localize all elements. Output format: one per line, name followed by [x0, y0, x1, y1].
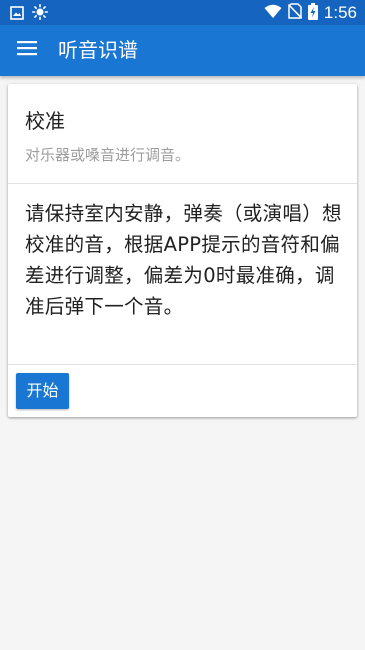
menu-button[interactable]: [10, 33, 44, 67]
status-time: 1:56: [323, 3, 357, 22]
status-right-icons: 1:56: [264, 2, 357, 24]
start-button[interactable]: 开始: [16, 373, 69, 409]
card-divider-bottom: [8, 364, 357, 365]
status-bar: 1:56: [0, 0, 365, 25]
card-instructions: 请保持室内安静，弹奏（或演唱）想校准的音，根据APP提示的音符和偏差进行调整，偏…: [25, 202, 342, 318]
no-sim-icon: [287, 3, 302, 23]
hamburger-menu-icon: [17, 40, 37, 60]
wifi-icon: [264, 4, 282, 23]
calibration-card: 校准 对乐器或嗓音进行调音。 请保持室内安静，弹奏（或演唱）想校准的音，根据AP…: [8, 84, 357, 417]
card-subtitle: 对乐器或嗓音进行调音。: [25, 146, 191, 164]
brightness-icon: [32, 4, 48, 24]
image-notification-icon: [10, 5, 24, 24]
app-title: 听音识谱: [58, 38, 138, 62]
app-bar: 听音识谱: [0, 25, 365, 76]
battery-charging-icon: [307, 2, 318, 24]
card-title: 校准: [25, 109, 65, 133]
status-left-icons: [10, 4, 48, 24]
card-divider-top: [8, 183, 357, 184]
